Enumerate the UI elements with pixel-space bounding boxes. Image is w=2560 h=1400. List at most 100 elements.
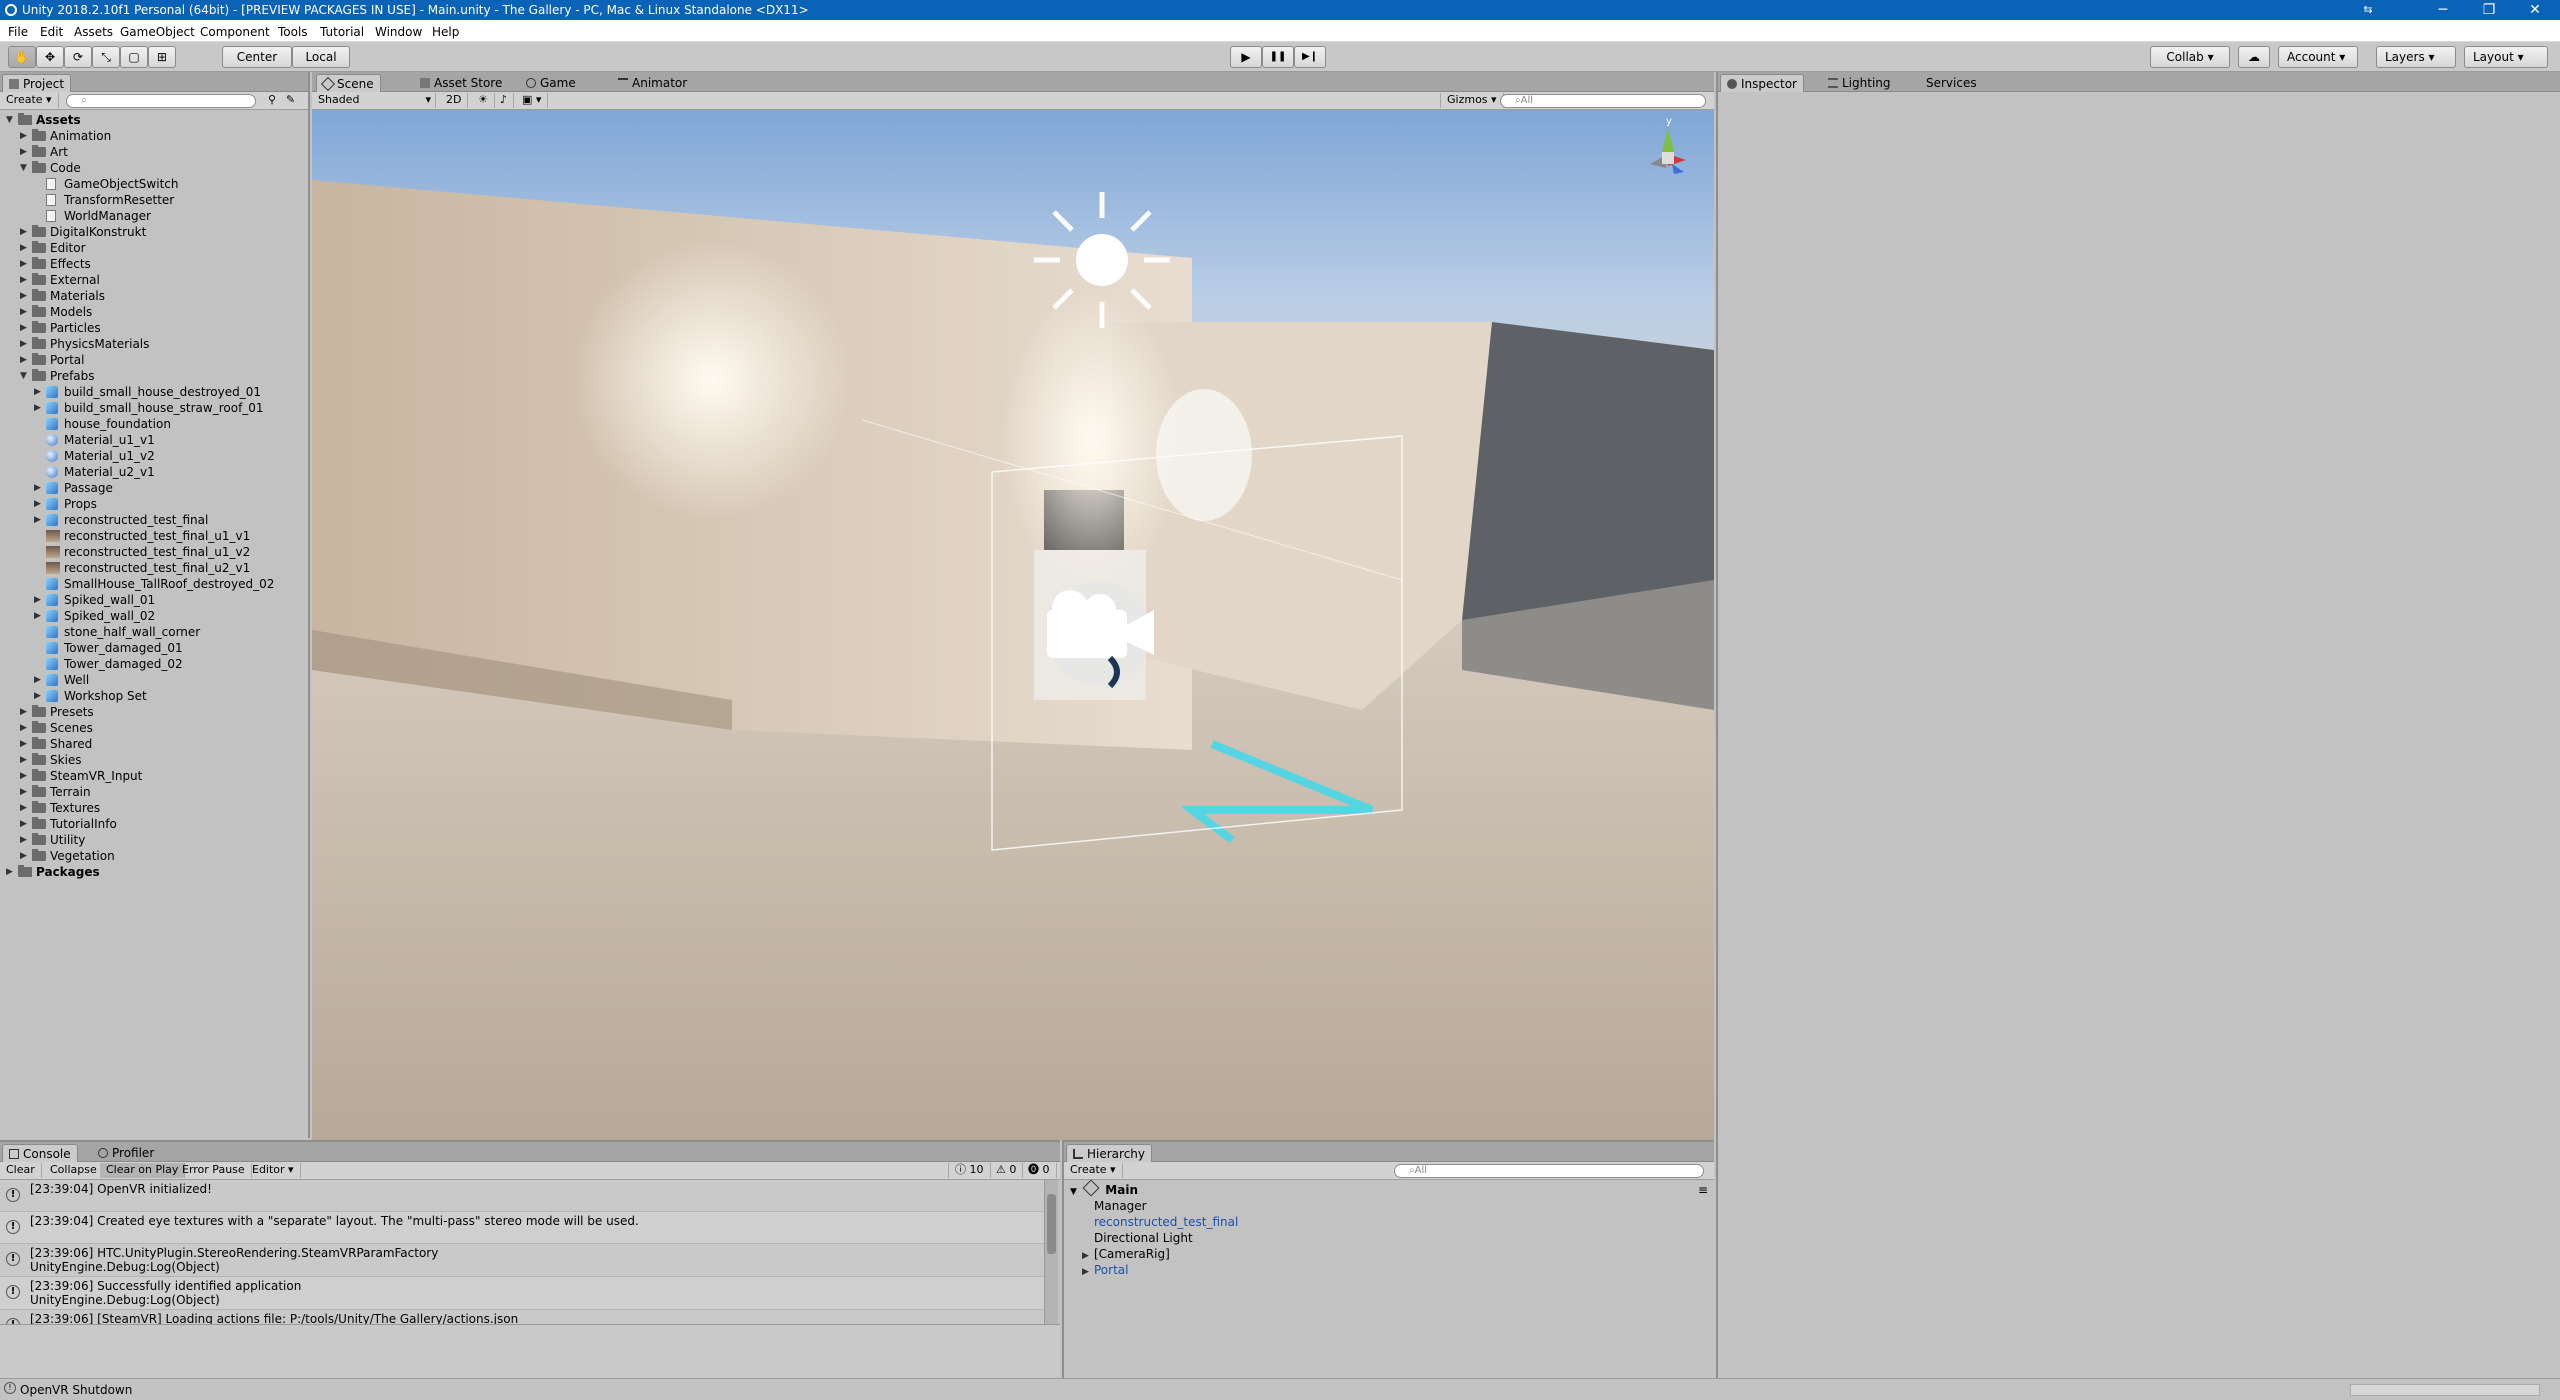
project-item[interactable]: ▶ Utility: [0, 832, 308, 848]
menu-tutorial[interactable]: Tutorial: [320, 25, 364, 39]
scale-tool-icon[interactable]: ⤡: [92, 46, 120, 68]
collapse-arrow-icon[interactable]: ▶: [20, 816, 30, 832]
project-item[interactable]: ▶ Workshop Set: [0, 688, 308, 704]
collapse-arrow-icon[interactable]: ▶: [34, 608, 44, 624]
hierarchy-item[interactable]: Directional Light: [1064, 1230, 1714, 1246]
project-item[interactable]: ▶ Animation: [0, 128, 308, 144]
collapse-arrow-icon[interactable]: ▶: [20, 256, 30, 272]
project-item[interactable]: house_foundation: [0, 416, 308, 432]
project-item[interactable]: ▶ Editor: [0, 240, 308, 256]
collapse-arrow-icon[interactable]: ▶: [20, 128, 30, 144]
rotate-tool-icon[interactable]: ⟳: [64, 46, 92, 68]
project-item[interactable]: WorldManager: [0, 208, 308, 224]
project-item[interactable]: ▶ Textures: [0, 800, 308, 816]
project-item[interactable]: ▶ PhysicsMaterials: [0, 336, 308, 352]
menu-gameobject[interactable]: GameObject: [120, 25, 195, 39]
play-button[interactable]: ▶: [1230, 46, 1262, 68]
hierarchy-search-input[interactable]: ⌕All: [1394, 1164, 1704, 1178]
collapse-arrow-icon[interactable]: ▶: [20, 336, 30, 352]
hierarchy-item[interactable]: reconstructed_test_final: [1064, 1214, 1714, 1230]
2d-toggle[interactable]: 2D: [440, 93, 469, 108]
collapse-arrow-icon[interactable]: ▶: [20, 352, 30, 368]
collapse-arrow-icon[interactable]: ▶: [20, 784, 30, 800]
collapse-arrow-icon[interactable]: ▶: [20, 800, 30, 816]
scene-viewport[interactable]: y: [312, 110, 1714, 1140]
layers-dropdown[interactable]: Layers ▾: [2376, 46, 2456, 68]
project-item[interactable]: ▶ reconstructed_test_final: [0, 512, 308, 528]
project-item[interactable]: ▶ build_small_house_destroyed_01: [0, 384, 308, 400]
project-item[interactable]: ▶ Spiked_wall_01: [0, 592, 308, 608]
project-item[interactable]: ▶ Passage: [0, 480, 308, 496]
tab-game[interactable]: Game: [520, 74, 582, 92]
minimize-button[interactable]: ─: [2420, 0, 2466, 20]
project-item[interactable]: ▼ Assets: [0, 112, 308, 128]
hierarchy-scene-row[interactable]: ▼ Main ≡: [1064, 1179, 1714, 1198]
project-item[interactable]: TransformResetter: [0, 192, 308, 208]
account-dropdown[interactable]: Account ▾: [2278, 46, 2358, 68]
console-entry[interactable]: ![23:39:06] [SteamVR] Loading actions fi…: [0, 1310, 1044, 1324]
project-item[interactable]: Material_u2_v1: [0, 464, 308, 480]
project-item[interactable]: ▶ SteamVR_Input: [0, 768, 308, 784]
tab-inspector[interactable]: Inspector: [1720, 74, 1804, 92]
status-message[interactable]: OpenVR Shutdown: [20, 1383, 132, 1397]
collapse-arrow-icon[interactable]: ▶: [20, 224, 30, 240]
menu-help[interactable]: Help: [432, 25, 459, 39]
hierarchy-create-button[interactable]: Create ▾: [1064, 1163, 1123, 1178]
project-item[interactable]: ▶ Models: [0, 304, 308, 320]
effects-dropdown-icon[interactable]: ▣ ▾: [516, 93, 549, 108]
collapse-arrow-icon[interactable]: ▶: [20, 320, 30, 336]
collapse-arrow-icon[interactable]: ▶: [34, 672, 44, 688]
lighting-toggle-icon[interactable]: ☀: [472, 93, 495, 108]
move-tool-icon[interactable]: ✥: [36, 46, 64, 68]
collab-button[interactable]: Collab ▾: [2150, 46, 2230, 68]
console-entry[interactable]: ! [23:39:06] HTC.UnityPlugin.StereoRender…: [0, 1244, 1044, 1277]
collapse-arrow-icon[interactable]: ▶: [20, 288, 30, 304]
restore-button[interactable]: ❐: [2466, 0, 2512, 20]
scene-orientation-gizmo[interactable]: y: [1628, 116, 1708, 196]
console-warn-count[interactable]: ⚠ 0: [990, 1163, 1024, 1178]
shading-dropdown[interactable]: Shaded ▾: [312, 93, 436, 108]
collapse-arrow-icon[interactable]: ▶: [34, 512, 44, 528]
hierarchy-item[interactable]: Manager: [1064, 1198, 1714, 1214]
collapse-arrow-icon[interactable]: ▶: [6, 864, 16, 880]
tab-scene[interactable]: Scene: [316, 74, 381, 92]
console-clear-on-play-button[interactable]: Clear on Play: [100, 1163, 186, 1178]
project-item[interactable]: stone_half_wall_corner: [0, 624, 308, 640]
pivot-center-button[interactable]: Center: [222, 46, 292, 68]
project-item[interactable]: SmallHouse_TallRoof_destroyed_02: [0, 576, 308, 592]
project-item[interactable]: ▶ TutorialInfo: [0, 816, 308, 832]
hand-tool-icon[interactable]: ✋: [8, 46, 36, 68]
collapse-arrow-icon[interactable]: ▶: [20, 768, 30, 784]
project-item[interactable]: ▶ Materials: [0, 288, 308, 304]
console-entry[interactable]: ! [23:39:04] Created eye textures with a …: [0, 1212, 1044, 1244]
scene-menu-icon[interactable]: ≡: [1698, 1182, 1708, 1198]
tab-hierarchy[interactable]: Hierarchy: [1066, 1144, 1153, 1162]
expand-arrow-icon[interactable]: ▼: [20, 368, 30, 384]
project-item[interactable]: ▶ Packages: [0, 864, 308, 880]
gizmos-dropdown[interactable]: Gizmos ▾: [1440, 93, 1504, 108]
project-item[interactable]: ▶ Particles: [0, 320, 308, 336]
collapse-arrow-icon[interactable]: ▶: [20, 272, 30, 288]
console-clear-button[interactable]: Clear: [0, 1163, 42, 1178]
collapse-arrow-icon[interactable]: ▶: [20, 752, 30, 768]
step-button[interactable]: ▶❙: [1294, 46, 1326, 68]
project-item[interactable]: reconstructed_test_final_u2_v1: [0, 560, 308, 576]
expand-arrow-icon[interactable]: ▼: [20, 160, 30, 176]
audio-toggle-icon[interactable]: ♪: [494, 93, 515, 108]
collapse-arrow-icon[interactable]: ▶: [20, 144, 30, 160]
console-detail-area[interactable]: [0, 1324, 1060, 1378]
project-item[interactable]: ▶ Vegetation: [0, 848, 308, 864]
collapse-arrow-icon[interactable]: ▶: [34, 480, 44, 496]
collapse-arrow-icon[interactable]: ▶: [20, 304, 30, 320]
collapse-arrow-icon[interactable]: ▶: [34, 496, 44, 512]
collapse-arrow-icon[interactable]: ▶: [34, 384, 44, 400]
project-item[interactable]: Tower_damaged_01: [0, 640, 308, 656]
console-editor-dropdown[interactable]: Editor ▾: [246, 1163, 301, 1178]
project-item[interactable]: ▶ Shared: [0, 736, 308, 752]
console-scrollbar[interactable]: [1044, 1180, 1058, 1324]
project-item[interactable]: reconstructed_test_final_u1_v1: [0, 528, 308, 544]
collapse-arrow-icon[interactable]: ▶: [34, 592, 44, 608]
rect-tool-icon[interactable]: ▢: [120, 46, 148, 68]
tab-animator[interactable]: Animator: [612, 74, 693, 92]
transform-tool-icon[interactable]: ⊞: [148, 46, 176, 68]
